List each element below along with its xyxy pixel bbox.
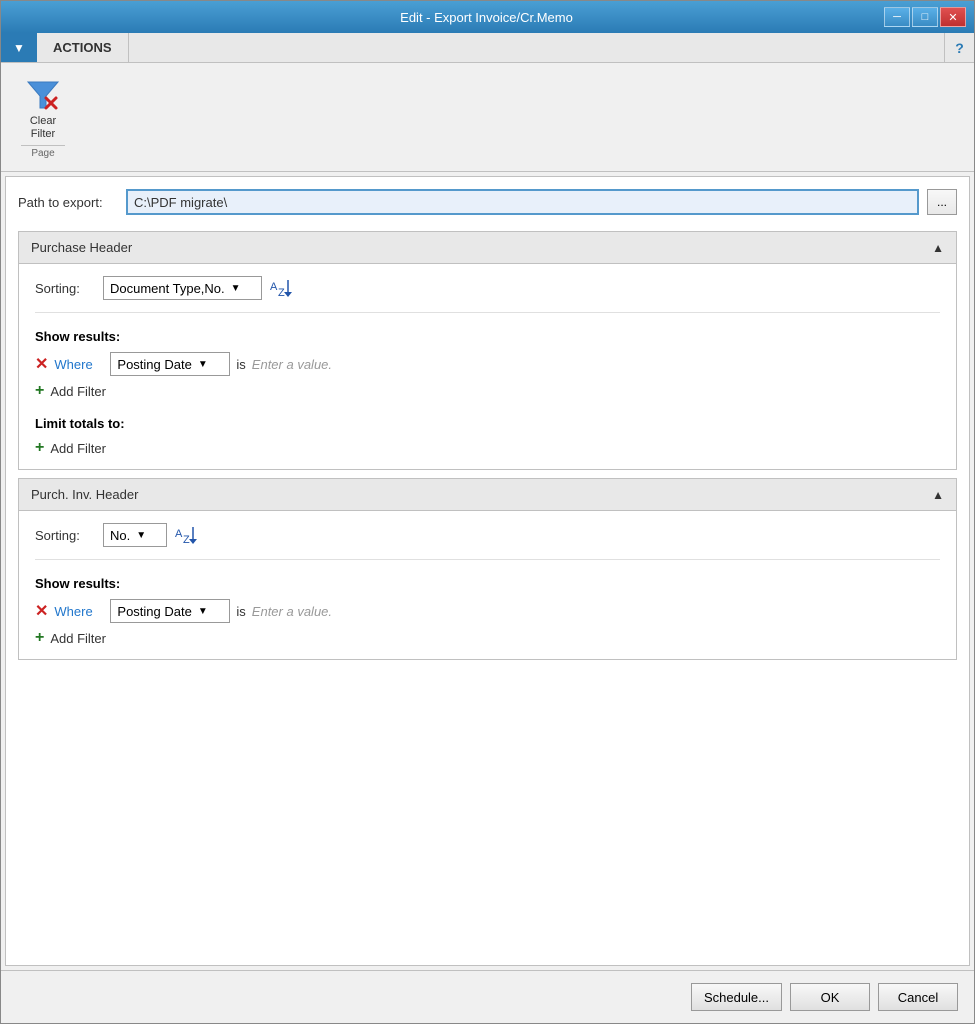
close-button[interactable]: ✕	[940, 7, 966, 27]
svg-text:Z: Z	[278, 287, 285, 298]
sorting-dropdown-purch-inv[interactable]: No. ▼	[103, 523, 167, 547]
purch-inv-header-title: Purch. Inv. Header	[31, 487, 138, 502]
add-filter-label-purch-inv: Add Filter	[50, 631, 106, 646]
show-results-label-purchase: Show results:	[35, 329, 940, 344]
sort-az-icon-purch-inv[interactable]: A Z	[175, 525, 199, 545]
show-results-label-purch-inv: Show results:	[35, 576, 940, 591]
window-title: Edit - Export Invoice/Cr.Memo	[89, 10, 884, 25]
ribbon: ▼ ACTIONS ? Clear Filter	[1, 33, 974, 172]
minimize-button[interactable]: ─	[884, 7, 910, 27]
filter-field-arrow-purchase-1: ▼	[198, 359, 208, 370]
ribbon-dropdown[interactable]: ▼	[1, 33, 37, 62]
sorting-label-purch-inv: Sorting:	[35, 528, 95, 543]
add-filter-row-purchase[interactable]: + Add Filter	[35, 382, 940, 400]
limit-totals-label: Limit totals to:	[35, 416, 940, 431]
filter-value-purchase-1[interactable]: Enter a value.	[252, 357, 332, 372]
purchase-header-title: Purchase Header	[31, 240, 132, 255]
sort-az-icon-purchase[interactable]: A Z	[270, 278, 294, 298]
filter-remove-purch-inv-1[interactable]: ✕	[35, 601, 48, 621]
tab-actions[interactable]: ACTIONS	[37, 33, 129, 62]
window-controls: ─ □ ✕	[884, 7, 966, 27]
add-filter-row-purch-inv[interactable]: + Add Filter	[35, 629, 940, 647]
clear-filter-button[interactable]: Clear Filter Page	[13, 71, 73, 163]
sorting-dropdown-arrow-purch-inv: ▼	[136, 530, 146, 541]
purchase-header-panel: Purchase Header ▲ Sorting: Document Type…	[18, 231, 957, 470]
sorting-dropdown-arrow: ▼	[231, 283, 241, 294]
filter-field-purch-inv-1[interactable]: Posting Date ▼	[110, 599, 230, 623]
schedule-button[interactable]: Schedule...	[691, 983, 782, 1011]
filter-where-purch-inv-1[interactable]: Where	[54, 604, 104, 619]
purchase-header-toggle[interactable]: Purchase Header ▲	[19, 232, 956, 264]
cancel-button[interactable]: Cancel	[878, 983, 958, 1011]
purch-inv-header-panel: Purch. Inv. Header ▲ Sorting: No. ▼ A Z	[18, 478, 957, 660]
purchase-header-chevron: ▲	[932, 241, 944, 255]
sorting-dropdown-purchase[interactable]: Document Type,No. ▼	[103, 276, 262, 300]
path-browse-button[interactable]: ...	[927, 189, 957, 215]
path-row: Path to export: ...	[18, 189, 957, 215]
filter-field-arrow-purch-inv-1: ▼	[198, 606, 208, 617]
add-filter-label-purchase: Add Filter	[50, 384, 106, 399]
main-window: Edit - Export Invoice/Cr.Memo ─ □ ✕ ▼ AC…	[0, 0, 975, 1024]
filter-value-purch-inv-1[interactable]: Enter a value.	[252, 604, 332, 619]
svg-text:Z: Z	[183, 534, 190, 545]
maximize-button[interactable]: □	[912, 7, 938, 27]
help-button[interactable]: ?	[944, 33, 974, 62]
clear-filter-label: Clear Filter	[30, 115, 56, 141]
filter-is-purch-inv-1: is	[236, 604, 245, 619]
path-input[interactable]	[126, 189, 919, 215]
purch-inv-header-toggle[interactable]: Purch. Inv. Header ▲	[19, 479, 956, 511]
filter-remove-purchase-1[interactable]: ✕	[35, 354, 48, 374]
footer: Schedule... OK Cancel	[1, 970, 974, 1023]
filter-is-purchase-1: is	[236, 357, 245, 372]
path-label: Path to export:	[18, 195, 118, 210]
purch-inv-header-body: Sorting: No. ▼ A Z Sh	[19, 511, 956, 659]
add-filter-plus-purchase: +	[35, 382, 44, 400]
filter-where-purchase-1[interactable]: Where	[54, 357, 104, 372]
add-filter-plus-purch-inv: +	[35, 629, 44, 647]
limit-add-filter-row[interactable]: + Add Filter	[35, 439, 940, 457]
ribbon-tabs: ▼ ACTIONS ?	[1, 33, 974, 63]
ok-button[interactable]: OK	[790, 983, 870, 1011]
filter-field-purchase-1[interactable]: Posting Date ▼	[110, 352, 230, 376]
ribbon-content: Clear Filter Page	[1, 63, 974, 171]
svg-text:A: A	[270, 281, 278, 293]
limit-add-filter-plus: +	[35, 439, 44, 457]
limit-add-filter-label: Add Filter	[50, 441, 106, 456]
page-label: Page	[21, 145, 65, 159]
purchase-header-body: Sorting: Document Type,No. ▼ A Z	[19, 264, 956, 469]
title-bar: Edit - Export Invoice/Cr.Memo ─ □ ✕	[1, 1, 974, 33]
clear-filter-icon	[23, 75, 63, 115]
sorting-row-purchase: Sorting: Document Type,No. ▼ A Z	[35, 276, 940, 313]
purch-inv-header-chevron: ▲	[932, 488, 944, 502]
filter-row-purchase-1: ✕ Where Posting Date ▼ is Enter a value.	[35, 352, 940, 376]
main-content: Path to export: ... Purchase Header ▲ So…	[5, 176, 970, 966]
sorting-label-purchase: Sorting:	[35, 281, 95, 296]
svg-text:A: A	[175, 528, 183, 540]
filter-row-purch-inv-1: ✕ Where Posting Date ▼ is Enter a value.	[35, 599, 940, 623]
sorting-row-purch-inv: Sorting: No. ▼ A Z	[35, 523, 940, 560]
